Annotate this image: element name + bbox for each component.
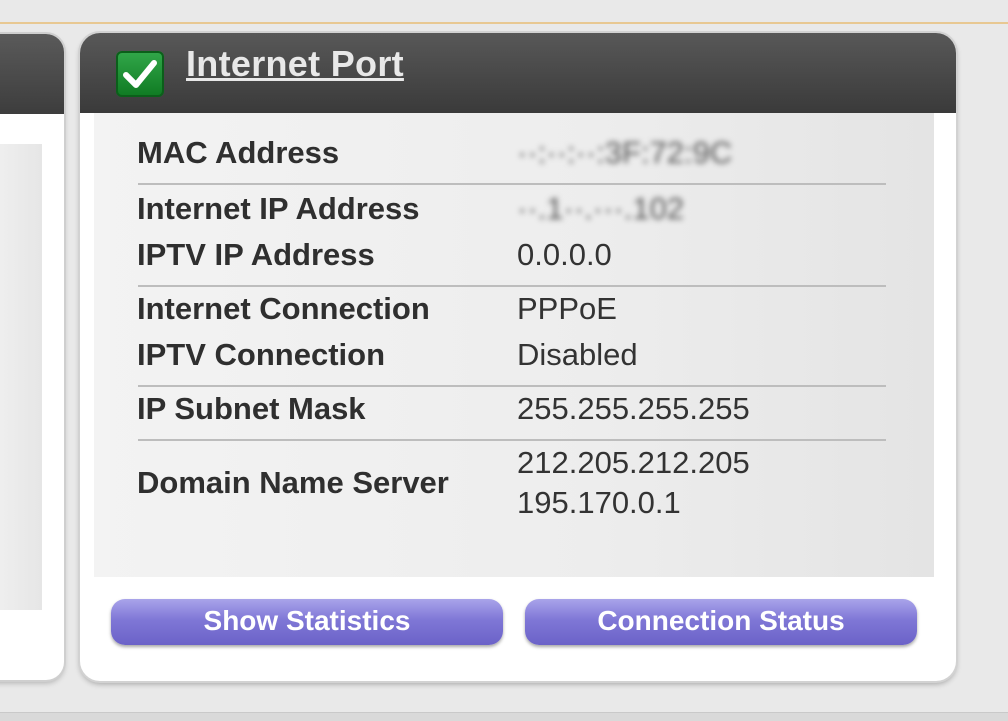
divider	[138, 385, 886, 387]
dns-primary-value: 212.205.212.205	[517, 445, 750, 480]
adjacent-panel	[0, 34, 64, 680]
detail-value: 255.255.255.255	[517, 391, 750, 426]
connection-status-button[interactable]: Connection Status	[525, 599, 917, 645]
detail-value: Disabled	[517, 337, 638, 372]
detail-label: Internet IP Address	[137, 191, 420, 226]
divider	[138, 183, 886, 185]
show-statistics-button[interactable]: Show Statistics	[111, 599, 503, 645]
detail-label: IP Subnet Mask	[137, 391, 366, 426]
detail-label: Domain Name Server	[137, 465, 449, 500]
divider	[138, 439, 886, 441]
divider	[138, 285, 886, 287]
checkmark-icon	[116, 51, 164, 97]
internet-port-link[interactable]: Internet Port	[186, 43, 404, 85]
card-header: Internet Port	[80, 33, 956, 113]
detail-value: PPPoE	[517, 291, 617, 326]
adjacent-panel-body	[0, 144, 42, 610]
detail-value: 0.0.0.0	[517, 237, 612, 272]
detail-value-redacted: ··.1··.···.102	[517, 191, 685, 226]
adjacent-panel-header	[0, 34, 64, 114]
detail-label: IPTV Connection	[137, 337, 385, 372]
internet-port-card: Internet Port MAC Address ··:··:··:3F:72…	[80, 33, 956, 681]
detail-label: IPTV IP Address	[137, 237, 375, 272]
dns-secondary-value: 195.170.0.1	[517, 485, 681, 520]
detail-label: MAC Address	[137, 135, 340, 170]
top-accent-rule	[0, 22, 1008, 24]
port-details: MAC Address ··:··:··:3F:72:9C Internet I…	[94, 113, 934, 577]
detail-value-redacted: ··:··:··:3F:72:9C	[517, 135, 733, 170]
detail-label: Internet Connection	[137, 291, 430, 326]
